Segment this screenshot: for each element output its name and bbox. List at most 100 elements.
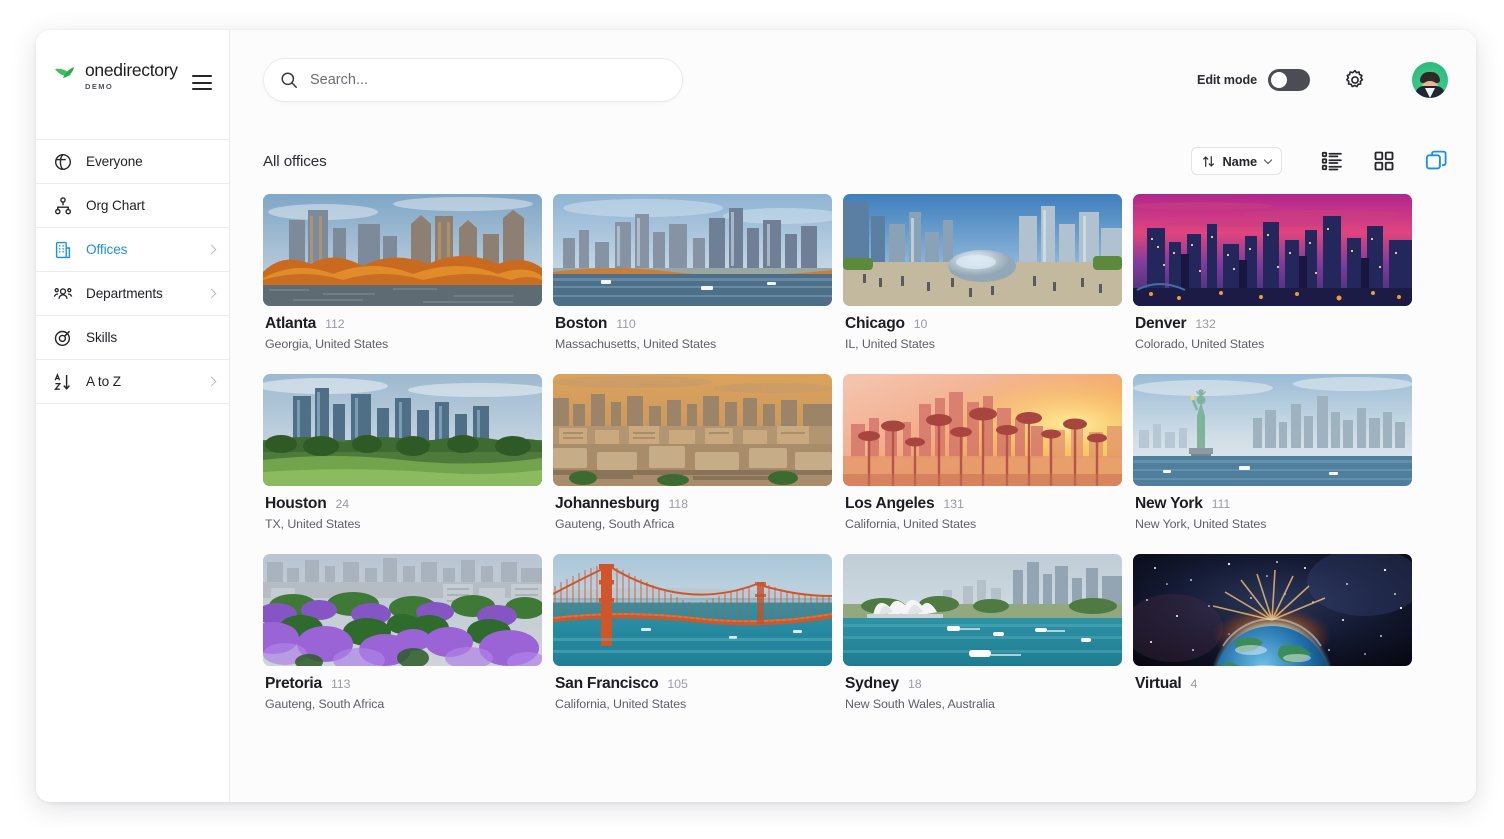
office-card[interactable]: Pretoria 113 Gauteng, South Africa — [263, 554, 542, 711]
onedirectory-leaf-logo-icon — [54, 65, 78, 85]
office-name: Johannesburg — [555, 495, 660, 512]
search-icon — [280, 71, 298, 89]
building-icon — [53, 240, 73, 260]
globe-icon — [53, 152, 73, 172]
office-card[interactable]: Virtual 4 — [1133, 554, 1412, 711]
atlanta-skyline-autumn-thumbnail — [263, 194, 542, 306]
los-angeles-palms-sunset-thumbnail — [843, 374, 1122, 486]
target-icon — [53, 328, 73, 348]
office-count: 118 — [668, 497, 688, 511]
office-name: Pretoria — [265, 675, 322, 692]
sort-button[interactable]: Name — [1190, 147, 1282, 175]
office-count: 132 — [1195, 317, 1216, 331]
pretoria-jacaranda-thumbnail — [263, 554, 542, 666]
topbar-controls: Edit mode — [1197, 62, 1448, 98]
brand-name: onedirectory — [85, 60, 178, 80]
search-bar[interactable] — [263, 58, 683, 102]
avatar[interactable] — [1412, 62, 1448, 98]
office-meta: Houston 24 TX, United States — [263, 486, 542, 531]
office-count: 113 — [330, 677, 351, 691]
san-francisco-golden-gate-thumbnail — [553, 554, 832, 666]
sidebar: onedirectory DEMO Everyone Org Chart Off… — [36, 30, 230, 802]
list-view-button[interactable] — [1320, 149, 1344, 173]
office-card[interactable]: Sydney 18 New South Wales, Australia — [843, 554, 1122, 711]
office-card[interactable]: Atlanta 112 Georgia, United States — [263, 194, 542, 351]
section-header: All offices Name — [263, 130, 1448, 192]
office-name: Denver — [1135, 315, 1187, 332]
brand-header: onedirectory DEMO — [36, 30, 229, 140]
office-meta: Los Angeles 131 California, United State… — [843, 486, 1122, 531]
sort-arrows-icon — [1202, 155, 1215, 168]
sidebar-item-org-chart[interactable]: Org Chart — [36, 184, 229, 228]
brand-text: onedirectory DEMO — [85, 60, 178, 90]
sidebar-item-everyone[interactable]: Everyone — [36, 140, 229, 184]
sidebar-item-label: Offices — [86, 242, 128, 257]
office-name: Houston — [265, 495, 327, 512]
card-view-button[interactable] — [1424, 149, 1448, 173]
johannesburg-cityscape-thumbnail — [553, 374, 832, 486]
office-name: San Francisco — [555, 675, 659, 692]
office-count: 10 — [913, 317, 928, 331]
page-title: All offices — [263, 152, 327, 170]
office-meta: Sydney 18 New South Wales, Australia — [843, 666, 1122, 711]
sidebar-item-offices[interactable]: Offices — [36, 228, 229, 272]
office-location: Georgia, United States — [265, 337, 389, 351]
office-location: California, United States — [555, 697, 687, 711]
sidebar-item-label: Everyone — [86, 154, 143, 169]
org-chart-icon — [53, 196, 73, 216]
office-meta: Virtual 4 — [1133, 666, 1412, 693]
office-card[interactable]: Johannesburg 118 Gauteng, South Africa — [553, 374, 832, 531]
chicago-millennium-park-thumbnail — [843, 194, 1122, 306]
office-card[interactable]: San Francisco 105 California, United Sta… — [553, 554, 832, 711]
office-card[interactable]: Boston 110 Massachusetts, United States — [553, 194, 832, 351]
sidebar-item-label: Skills — [86, 330, 118, 345]
office-meta: Johannesburg 118 Gauteng, South Africa — [553, 486, 832, 531]
office-card[interactable]: New York 111 New York, United States — [1133, 374, 1412, 531]
office-card[interactable]: Houston 24 TX, United States — [263, 374, 542, 531]
search-input[interactable] — [310, 72, 666, 88]
office-count: 105 — [667, 677, 688, 691]
edit-mode-label: Edit mode — [1197, 73, 1257, 87]
office-location: New York, United States — [1135, 517, 1267, 531]
sort-label: Name — [1222, 153, 1258, 169]
sort-alpha-icon — [53, 372, 73, 392]
main-area: Edit mode — [230, 30, 1476, 802]
office-card[interactable]: Los Angeles 131 California, United State… — [843, 374, 1122, 531]
office-name: Sydney — [845, 675, 899, 692]
new-york-statue-liberty-thumbnail — [1133, 374, 1412, 486]
office-meta: Chicago 10 IL, United States — [843, 306, 1122, 351]
hamburger-menu-icon[interactable] — [192, 75, 212, 90]
office-count: 4 — [1190, 677, 1198, 691]
office-meta: San Francisco 105 California, United Sta… — [553, 666, 832, 711]
sidebar-item-skills[interactable]: Skills — [36, 316, 229, 360]
sidebar-item-departments[interactable]: Departments — [36, 272, 229, 316]
office-count: 111 — [1211, 497, 1231, 511]
edit-mode-toggle[interactable] — [1268, 69, 1310, 91]
toggle-knob — [1271, 72, 1287, 88]
office-location: Colorado, United States — [1135, 337, 1265, 351]
office-name: Virtual — [1135, 675, 1182, 692]
office-location: New South Wales, Australia — [845, 697, 995, 711]
office-meta: New York 111 New York, United States — [1133, 486, 1412, 531]
office-meta: Denver 132 Colorado, United States — [1133, 306, 1412, 351]
sidebar-item-label: Departments — [86, 286, 163, 301]
office-card[interactable]: Chicago 10 IL, United States — [843, 194, 1122, 351]
people-group-icon — [53, 284, 73, 304]
office-location: Gauteng, South Africa — [555, 517, 675, 531]
content-area: All offices Name Atlanta 112 Georgia, Un… — [230, 130, 1476, 802]
gear-icon[interactable] — [1343, 68, 1367, 92]
grid-view-button[interactable] — [1372, 149, 1396, 173]
office-location: Massachusetts, United States — [555, 337, 717, 351]
office-location: TX, United States — [265, 517, 361, 531]
office-card[interactable]: Denver 132 Colorado, United States — [1133, 194, 1412, 351]
office-location: Gauteng, South Africa — [265, 697, 385, 711]
office-meta: Pretoria 113 Gauteng, South Africa — [263, 666, 542, 711]
office-count: 112 — [325, 317, 345, 331]
office-count: 18 — [907, 677, 922, 691]
app-window: onedirectory DEMO Everyone Org Chart Off… — [36, 30, 1476, 802]
office-meta: Atlanta 112 Georgia, United States — [263, 306, 542, 351]
sidebar-item-a-to-z[interactable]: A to Z — [36, 360, 229, 404]
boston-skyline-harbor-thumbnail — [553, 194, 832, 306]
office-name: Boston — [555, 315, 608, 332]
office-name: Chicago — [845, 315, 905, 332]
